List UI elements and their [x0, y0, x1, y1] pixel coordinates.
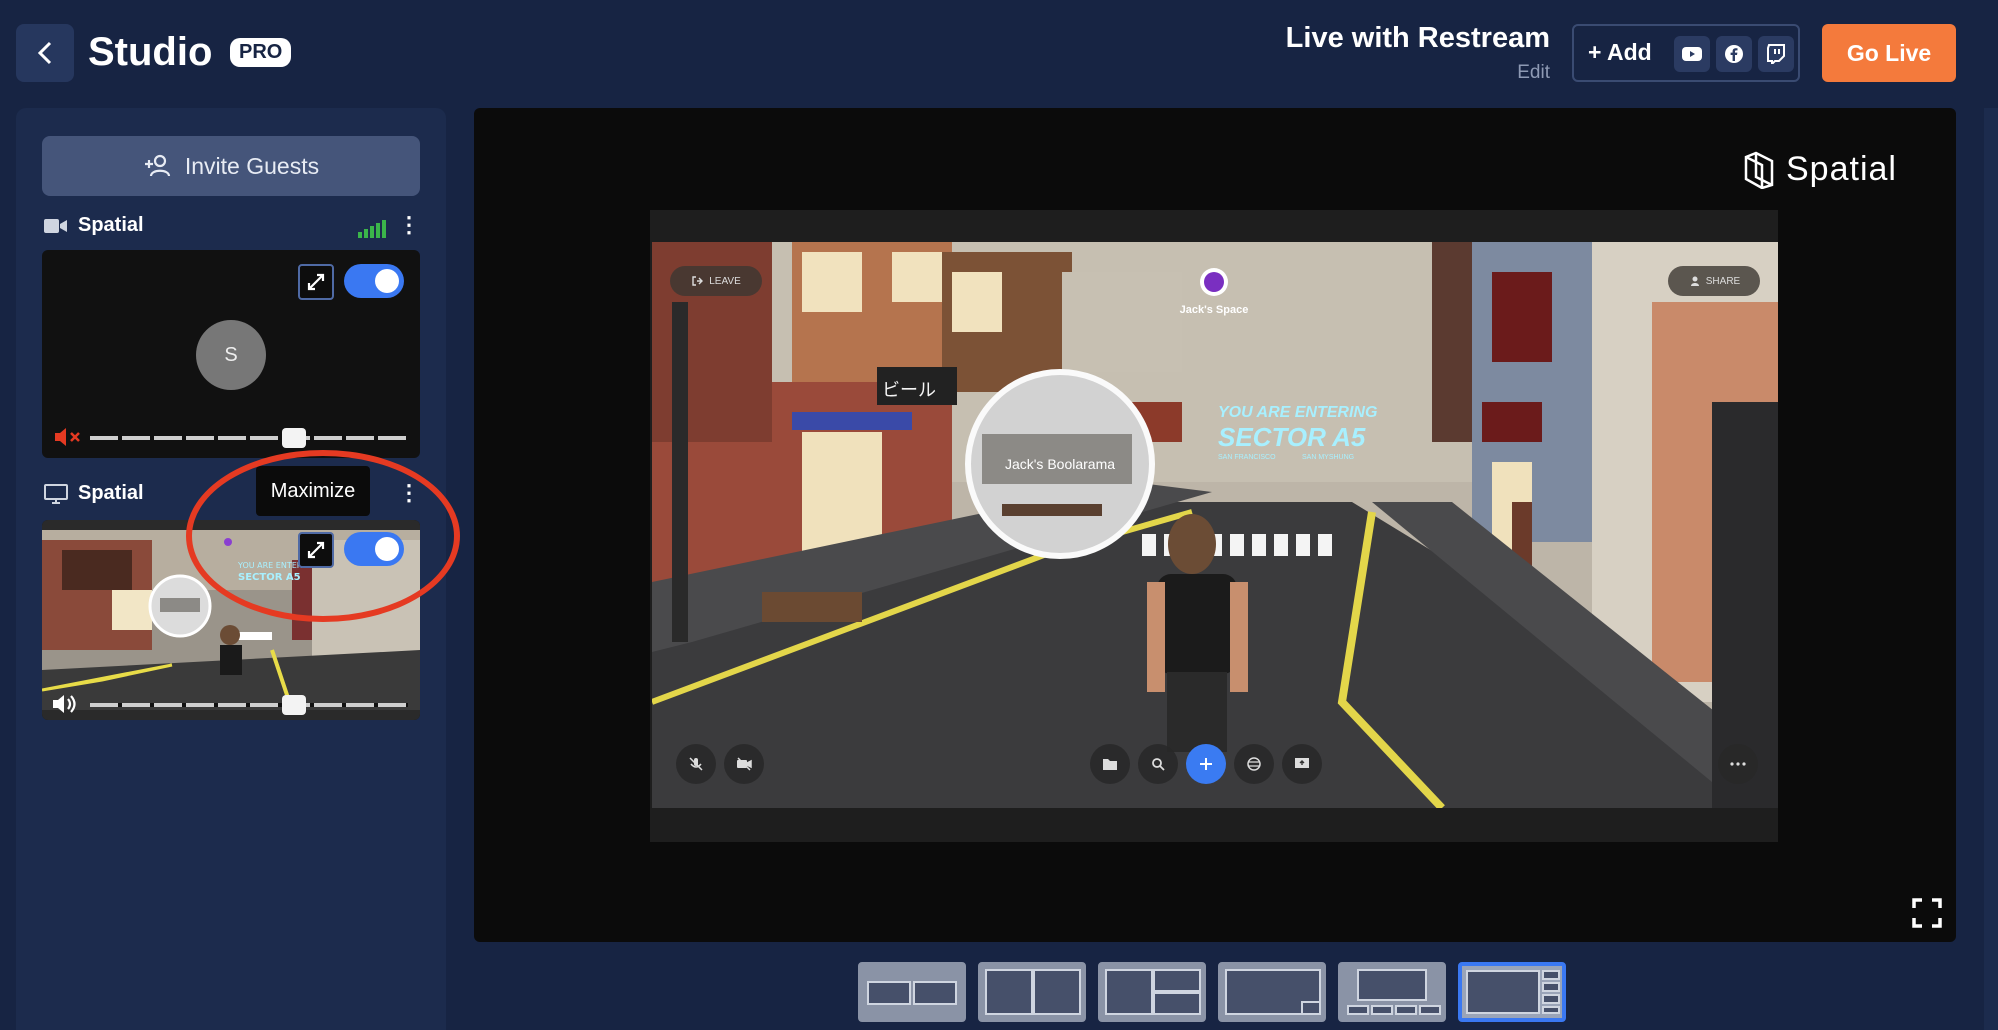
- share-button[interactable]: SHARE: [1668, 266, 1760, 296]
- expand-icon[interactable]: [298, 264, 334, 300]
- spatial-scene: LEAVE SHARE Jack's Space Jack's Boolaram…: [652, 242, 1778, 808]
- search-icon[interactable]: [1138, 744, 1178, 784]
- volume-slider[interactable]: [90, 703, 408, 707]
- volume-slider[interactable]: [90, 436, 408, 440]
- layout-option-pip[interactable]: [1218, 962, 1326, 1022]
- muted-speaker-icon[interactable]: [54, 426, 82, 448]
- youtube-icon[interactable]: [1674, 36, 1710, 72]
- plus-icon: [1200, 758, 1212, 770]
- add-content-button[interactable]: [1186, 744, 1226, 784]
- more-options-icon[interactable]: [1718, 744, 1758, 784]
- share-label: SHARE: [1705, 275, 1741, 287]
- layout-option-split[interactable]: [978, 962, 1086, 1022]
- add-destination-button[interactable]: + Add: [1588, 39, 1652, 66]
- banner-line1: YOU ARE ENTERING: [1218, 404, 1378, 421]
- banner-line2: SECTOR A5: [1218, 422, 1366, 452]
- destinations-group: + Add: [1572, 24, 1800, 82]
- emoji-icon[interactable]: [1234, 744, 1274, 784]
- signal-strength-icon: [358, 220, 386, 238]
- facebook-icon[interactable]: [1716, 36, 1752, 72]
- volume-slider-handle[interactable]: [282, 695, 306, 715]
- twitch-icon[interactable]: [1758, 36, 1794, 72]
- leave-button[interactable]: LEAVE: [670, 266, 762, 296]
- camera-icon: [44, 218, 67, 233]
- add-person-icon: [144, 154, 170, 177]
- spatial-logo-icon: [1744, 151, 1774, 189]
- chevron-left-icon: [37, 41, 52, 65]
- layout-option-main-with-column[interactable]: [1458, 962, 1566, 1022]
- source-camera-header: Spatial: [44, 214, 144, 237]
- add-person-icon: [1690, 276, 1699, 286]
- banner-cities-left: SAN FRANCISCO: [1218, 454, 1276, 461]
- back-button[interactable]: [16, 24, 74, 82]
- pro-badge: PRO: [230, 38, 292, 67]
- layout-option-side-by-side[interactable]: [858, 962, 966, 1022]
- leave-icon: [692, 276, 704, 286]
- speaker-icon[interactable]: [52, 692, 82, 716]
- source-name: Spatial: [78, 482, 144, 504]
- folder-icon[interactable]: [1090, 744, 1130, 784]
- source-enabled-toggle[interactable]: [344, 264, 404, 298]
- banner-cities-right: SAN MYSHUNG: [1302, 454, 1355, 461]
- volume-slider-handle[interactable]: [282, 428, 306, 448]
- spatial-watermark: Spatial: [1742, 150, 1897, 189]
- portal-label[interactable]: Jack's Boolarama: [992, 456, 1128, 472]
- edit-link[interactable]: Edit: [1517, 62, 1550, 84]
- leave-label: LEAVE: [709, 275, 741, 287]
- scene-illustration: [652, 242, 1778, 808]
- source-screen-header: Spatial: [44, 482, 144, 505]
- layout-option-main-with-row[interactable]: [1338, 962, 1446, 1022]
- monitor-icon: [44, 483, 68, 504]
- source-menu-button[interactable]: ⋮: [398, 212, 420, 238]
- go-live-button[interactable]: Go Live: [1822, 24, 1956, 82]
- shop-sign: ビール: [882, 380, 936, 400]
- mic-muted-icon[interactable]: [676, 744, 716, 784]
- broadcast-title[interactable]: Live with Restream: [1286, 22, 1550, 55]
- camera-off-icon[interactable]: [724, 744, 764, 784]
- invite-guests-button[interactable]: Invite Guests: [42, 136, 420, 196]
- source-name: Spatial: [78, 214, 144, 236]
- layout-option-grid[interactable]: [1098, 962, 1206, 1022]
- camera-source-card[interactable]: S: [42, 250, 420, 458]
- space-name: Jack's Space: [1179, 304, 1249, 316]
- top-bar: Studio PRO Live with Restream Edit + Add…: [0, 0, 1998, 108]
- avatar-initial: S: [224, 343, 238, 366]
- right-panel-edge: [1984, 108, 1998, 1030]
- screen-share-icon[interactable]: [1282, 744, 1322, 784]
- invite-guests-label: Invite Guests: [184, 152, 320, 179]
- annotation-circle: [186, 450, 460, 622]
- studio-title: Studio: [88, 30, 213, 74]
- fullscreen-icon[interactable]: [1912, 898, 1942, 928]
- spatial-logo-text: Spatial: [1786, 150, 1897, 188]
- avatar: S: [196, 320, 266, 390]
